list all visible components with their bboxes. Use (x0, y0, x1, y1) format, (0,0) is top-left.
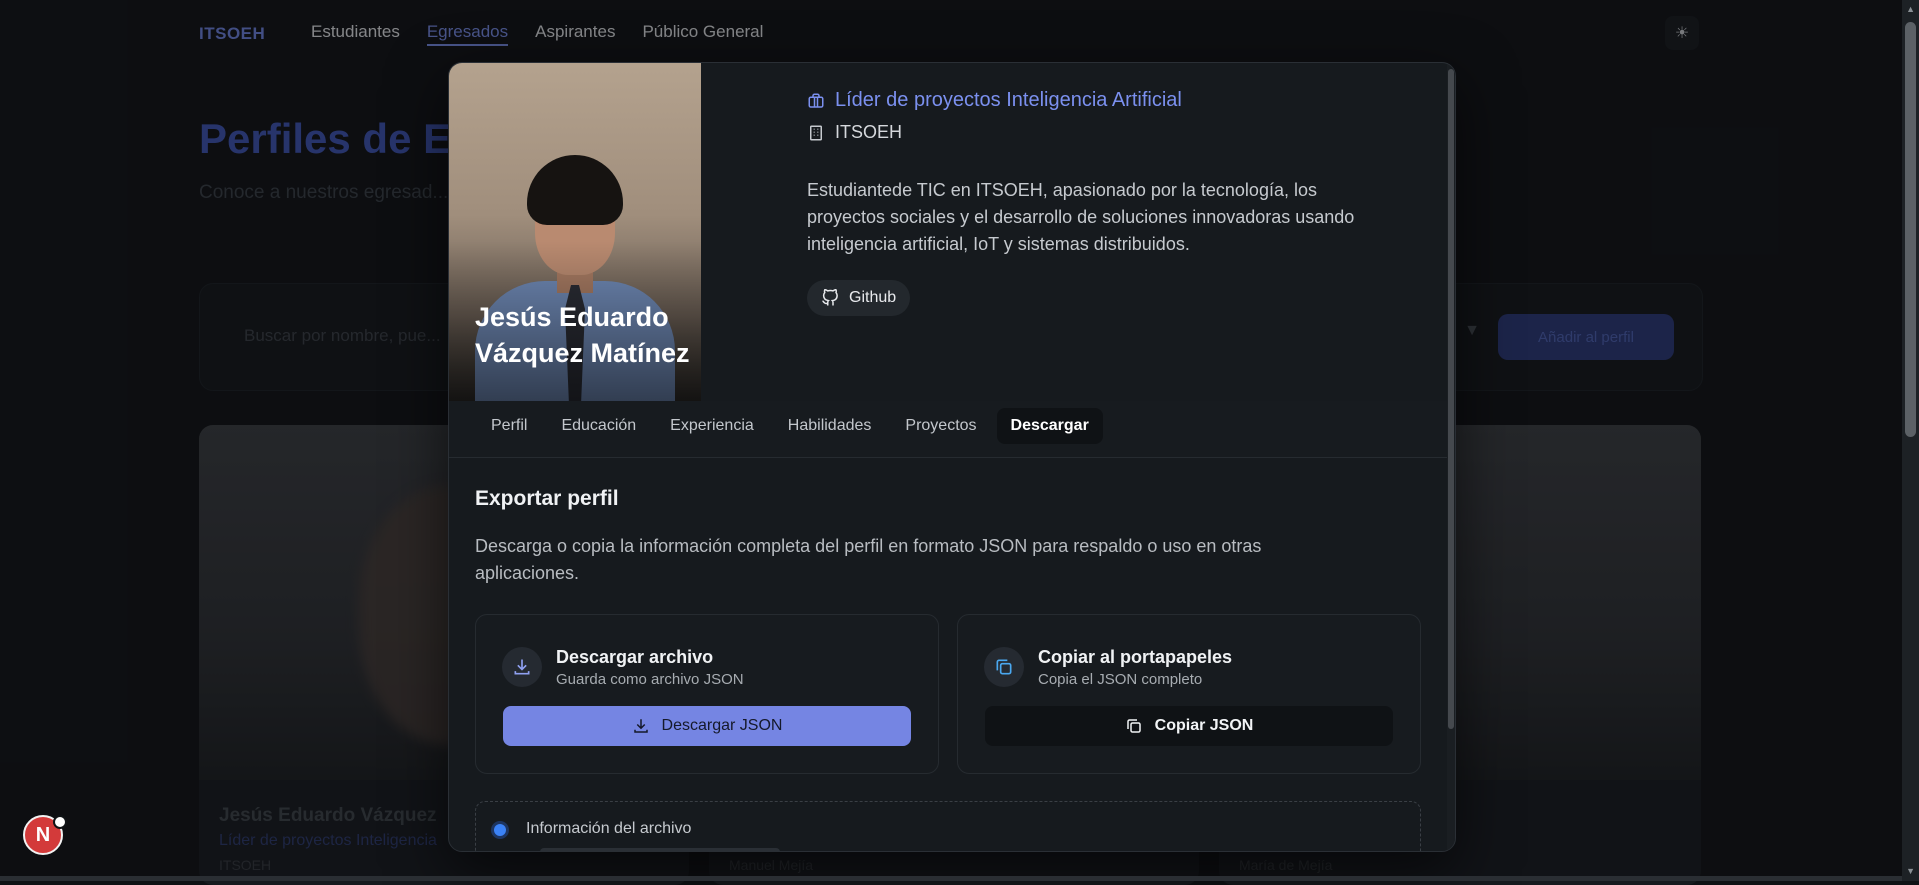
tab-experiencia[interactable]: Experiencia (656, 408, 768, 444)
profile-modal: Jesús Eduardo Vázquez Matínez Líder de p… (448, 62, 1456, 852)
briefcase-icon (808, 93, 824, 108)
file-info-detail (540, 848, 780, 851)
horizontal-scrollbar[interactable] (0, 876, 1902, 881)
org-text: ITSOEH (835, 122, 903, 142)
tab-habilidades[interactable]: Habilidades (774, 408, 886, 444)
info-dot-icon (494, 824, 506, 836)
role-text: Líder de proyectos Inteligencia Artifici… (835, 89, 1182, 111)
profile-info: Líder de proyectos Inteligencia Artifici… (807, 89, 1415, 316)
tab-proyectos[interactable]: Proyectos (891, 408, 990, 444)
download-json-button[interactable]: Descargar JSON (503, 706, 911, 746)
copy-json-button[interactable]: Copiar JSON (985, 706, 1393, 746)
tab-descargar[interactable]: Descargar (996, 408, 1103, 444)
scroll-up-arrow-icon[interactable]: ▲ (1906, 4, 1915, 14)
github-icon (822, 289, 838, 306)
download-icon (502, 647, 542, 687)
profile-bio: Estudiantede TIC en ITSOEH, apasionado p… (807, 180, 1355, 254)
copy-icon (1126, 719, 1141, 733)
export-description: Descarga o copia la información completa… (475, 536, 1262, 583)
modal-scrollbar[interactable] (1447, 63, 1455, 851)
tab-educacion[interactable]: Educación (547, 408, 650, 444)
page-scrollbar-thumb[interactable] (1905, 22, 1916, 437)
file-info-panel: Información del archivo (475, 801, 1421, 851)
copy-icon (984, 647, 1024, 687)
modal-scrollbar-thumb[interactable] (1448, 69, 1454, 729)
notification-dot-icon (53, 815, 67, 829)
profile-role: Líder de proyectos Inteligencia Artifici… (807, 89, 1415, 112)
github-label: Github (849, 289, 897, 306)
file-info-title: Información del archivo (526, 820, 692, 837)
download-card-subtitle: Guarda como archivo JSON (556, 671, 744, 688)
download-json-label: Descargar JSON (661, 717, 783, 734)
download-card-title: Descargar archivo (556, 647, 714, 667)
download-icon (633, 719, 648, 733)
profile-org: ITSOEH (807, 122, 1415, 143)
copy-card: Copiar al portapapeles Copia el JSON com… (957, 614, 1421, 774)
page-scrollbar[interactable]: ▲ ▼ (1902, 0, 1919, 881)
copy-card-subtitle: Copia el JSON completo (1038, 671, 1203, 688)
copy-json-label: Copiar JSON (1154, 717, 1254, 734)
copy-card-title: Copiar al portapapeles (1038, 647, 1233, 667)
export-title: Exportar perfil (475, 487, 619, 510)
github-button[interactable]: Github (807, 280, 911, 316)
scroll-down-arrow-icon[interactable]: ▼ (1906, 866, 1915, 876)
building-icon (810, 125, 822, 140)
tab-perfil[interactable]: Perfil (477, 408, 541, 444)
download-card: Descargar archivo Guarda como archivo JS… (475, 614, 939, 774)
profile-tabs: Perfil Educación Experiencia Habilidades… (449, 401, 1447, 458)
profile-name: Jesús Eduardo Vázquez Matínez (475, 302, 690, 368)
